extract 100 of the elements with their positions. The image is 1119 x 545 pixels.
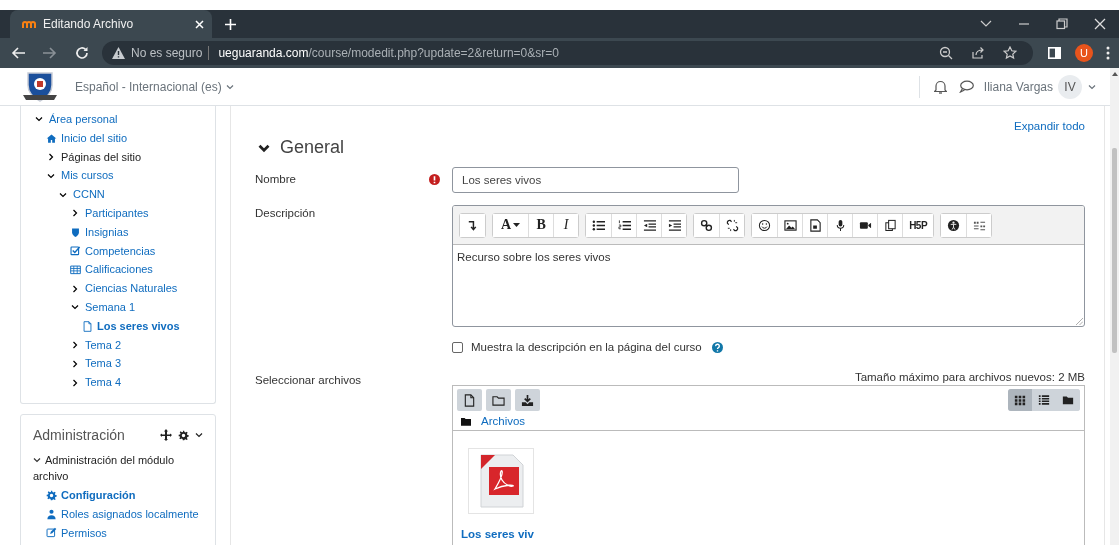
nav-link[interactable]: Tema 2 — [85, 335, 122, 355]
settings-icon[interactable] — [178, 429, 189, 441]
nav-link[interactable]: Semana 1 — [85, 297, 136, 317]
tab-close-button[interactable] — [195, 19, 204, 29]
side-panel-icon — [1047, 47, 1061, 59]
file-icon — [463, 393, 476, 407]
caret-icon — [513, 223, 521, 227]
plus-icon — [224, 18, 236, 30]
reload-icon — [75, 46, 89, 60]
chevron-icon[interactable] — [71, 378, 79, 387]
help-icon[interactable] — [711, 341, 723, 353]
nav-link[interactable]: Competencias — [85, 241, 156, 261]
nav-link[interactable]: Mis cursos — [61, 166, 114, 186]
kebab-menu-icon — [1106, 46, 1110, 60]
section-heading[interactable]: General — [280, 137, 345, 158]
download-all-button[interactable] — [515, 389, 540, 411]
pdf-file-icon — [477, 453, 525, 509]
file-thumbnail[interactable] — [468, 448, 534, 514]
nav-link[interactable]: Inicio del sitio — [61, 128, 128, 148]
media-file-icon — [808, 218, 822, 232]
folder-path-link[interactable]: Archivos — [481, 415, 526, 427]
download-icon — [521, 393, 534, 407]
security-label[interactable]: No es seguro — [131, 46, 210, 60]
grid-view-icon — [1014, 394, 1026, 406]
tab-title: Editando Archivo — [43, 17, 135, 31]
chevron-icon[interactable] — [47, 153, 55, 161]
chat-bubble-icon — [958, 80, 974, 93]
back-arrow-icon — [11, 46, 25, 60]
scrollbar[interactable] — [1110, 68, 1119, 545]
checkbox-icon — [69, 245, 81, 257]
folder-icon — [461, 416, 471, 426]
screen-reader-helper-button[interactable] — [966, 213, 992, 237]
add-file-button[interactable] — [457, 389, 482, 411]
resize-grip-icon[interactable] — [1076, 318, 1083, 325]
browser-tab[interactable]: Editando Archivo — [10, 10, 212, 38]
chevron-icon[interactable] — [71, 209, 79, 218]
field-label: Descripción — [255, 206, 317, 219]
chevron-icon[interactable] — [71, 303, 79, 312]
caret-icon — [225, 82, 234, 91]
table-icon — [69, 264, 81, 276]
nav-link[interactable]: Participantes — [85, 204, 149, 223]
nav-label[interactable]: Páginas del sitio — [61, 147, 142, 167]
expand-all-link[interactable]: Expandir todo — [1014, 120, 1085, 132]
close-icon — [195, 19, 204, 29]
restore-icon — [1056, 18, 1068, 30]
star-icon — [1003, 46, 1017, 60]
nav-link[interactable]: Permisos — [61, 523, 107, 543]
outdent-icon — [642, 218, 656, 232]
profile-avatar[interactable]: U — [1075, 44, 1093, 62]
folder-view-icon — [1062, 394, 1074, 406]
user-menu[interactable]: Iliana Vargas IV — [983, 74, 1096, 99]
bullet-list-icon — [592, 218, 606, 232]
required-icon — [429, 174, 440, 185]
chevron-icon[interactable] — [71, 340, 79, 349]
image-icon — [783, 218, 797, 232]
file-picker[interactable]: Archivos Los seres viv — [452, 385, 1085, 545]
file-name-link[interactable]: Los seres viv — [461, 528, 1076, 540]
name-input-field[interactable]: Los seres vivos — [452, 167, 739, 193]
italic-button[interactable]: I — [553, 213, 579, 237]
chevron-icon[interactable] — [35, 115, 43, 124]
nav-label[interactable]: Administración del módulo archivo — [33, 452, 203, 484]
copy-icon — [883, 218, 897, 232]
caret-icon[interactable] — [195, 431, 203, 439]
numbered-list-icon — [617, 218, 631, 232]
unlink-button[interactable] — [719, 213, 745, 237]
text-editor[interactable]: A B I H5P Recurso sobre los seres vivos — [452, 205, 1085, 327]
chevron-icon[interactable] — [47, 171, 55, 180]
smiley-icon — [758, 218, 772, 232]
nav-link[interactable]: CCNN — [73, 185, 105, 204]
settings-icon — [45, 489, 57, 501]
checkbox-label[interactable]: Muestra la descripción en la página del curso — [471, 341, 702, 353]
nav-link[interactable]: Los seres vivos — [97, 316, 180, 336]
moodle-logo-icon — [22, 19, 36, 29]
link-icon — [700, 218, 714, 232]
chevron-icon[interactable] — [59, 190, 67, 199]
nav-link[interactable]: Insignias — [85, 222, 129, 242]
chevron-icon[interactable] — [71, 284, 79, 293]
warning-icon — [112, 47, 125, 59]
collapse-toolbar-icon — [466, 218, 479, 232]
indent-button[interactable] — [661, 213, 687, 237]
move-icon[interactable] — [160, 429, 172, 441]
create-folder-button[interactable] — [486, 389, 511, 411]
nav-link[interactable]: Configuración — [61, 486, 136, 505]
language-menu[interactable]: Español - Internacional (es) — [75, 79, 234, 94]
nav-link[interactable]: Tema 3 — [85, 354, 122, 374]
nav-link[interactable]: Roles asignados localmente — [61, 504, 199, 524]
chevron-icon[interactable] — [71, 359, 79, 368]
nav-link[interactable]: Área personal — [49, 110, 118, 129]
indent-icon — [667, 218, 681, 232]
toolbar-toggle-button[interactable] — [460, 213, 485, 237]
h5p-button[interactable]: H5P — [902, 213, 934, 237]
nav-link[interactable]: Calificaciones — [85, 260, 153, 280]
grid-view-button[interactable] — [1008, 389, 1032, 411]
nav-link[interactable]: Ciencias Naturales — [85, 279, 178, 298]
nav-link[interactable]: Tema 4 — [85, 373, 122, 392]
chevron-icon[interactable] — [33, 456, 41, 464]
list-view-icon — [1038, 394, 1050, 406]
block-title: Administración — [33, 427, 125, 443]
checkbox[interactable] — [452, 341, 463, 353]
address-bar[interactable]: No es seguro ueguaranda.com/course/modedit.php?update=2&return=0&sr=0 — [102, 41, 1033, 65]
